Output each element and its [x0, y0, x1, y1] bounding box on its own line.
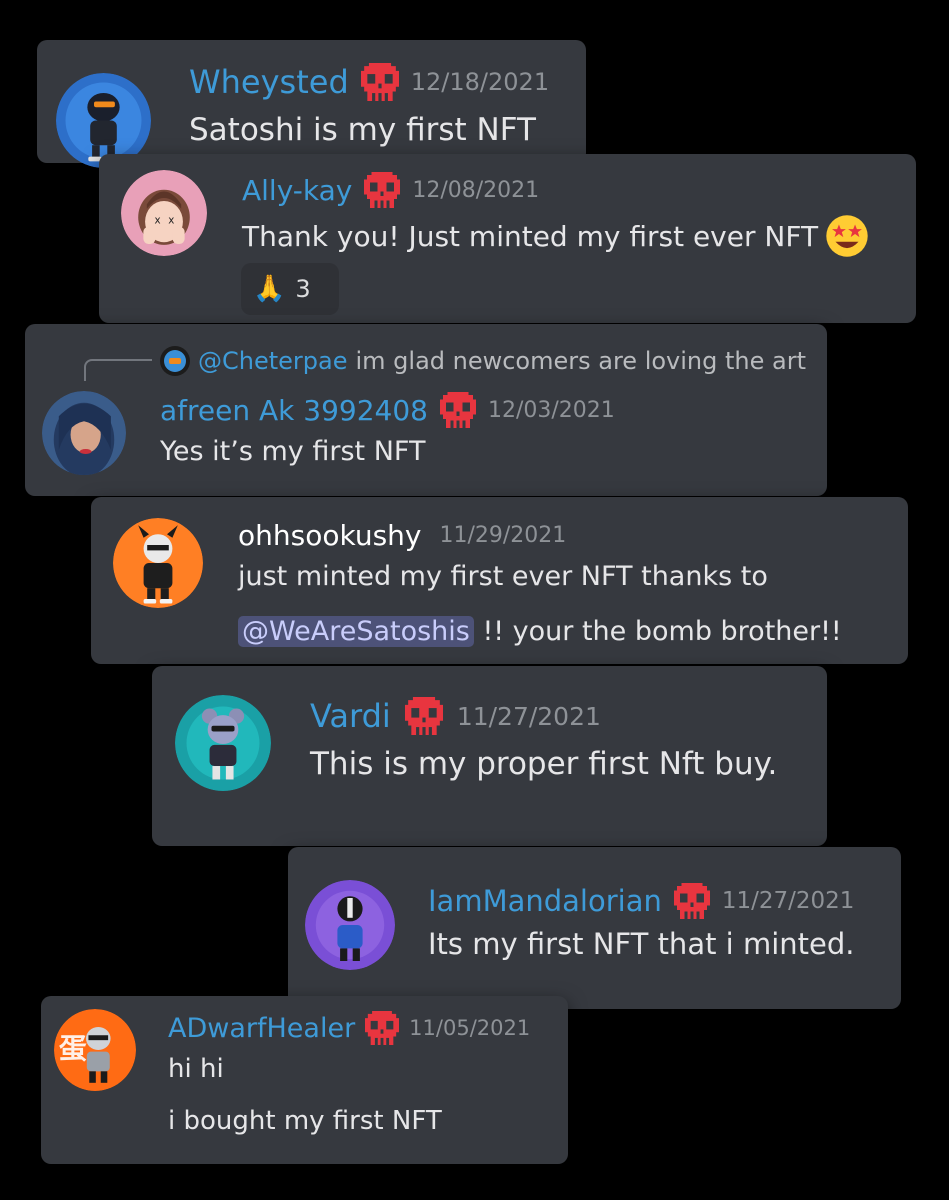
skull-role-icon	[439, 392, 476, 428]
skull-role-icon	[364, 172, 401, 208]
timestamp: 11/27/2021	[456, 701, 601, 731]
reply-preview-text[interactable]: im glad newcomers are loving the art	[355, 347, 806, 375]
message-card-ally-kay: x x Ally-kay 12/08/2021 Thank you! Just …	[99, 154, 916, 323]
avatar[interactable]	[175, 695, 271, 791]
message-text: Yes it’s my first NFT	[160, 436, 426, 467]
svg-text:x: x	[155, 214, 161, 226]
timestamp: 12/08/2021	[412, 177, 540, 203]
reaction-count: 3	[295, 275, 311, 303]
message-text: just minted my first ever NFT thanks to	[238, 561, 768, 592]
message-card-vardi: Vardi 11/27/2021 This is my proper first…	[152, 666, 827, 846]
svg-text:x: x	[168, 214, 174, 226]
svg-text:蛋: 蛋	[59, 1032, 87, 1065]
message-text: Satoshi is my first NFT	[189, 112, 536, 148]
avatar[interactable]	[305, 880, 395, 970]
timestamp: 11/29/2021	[439, 522, 567, 548]
message-card-ohhsookushy: ohhsookushy 11/29/2021 just minted my fi…	[91, 497, 908, 664]
skull-role-icon	[673, 883, 710, 919]
avatar-image-icon	[42, 391, 126, 475]
avatar[interactable]	[42, 391, 126, 475]
timestamp: 11/27/2021	[721, 888, 855, 914]
reply-connector	[84, 359, 152, 381]
message-text-second: i bought my first NFT	[168, 1106, 442, 1136]
avatar-image-icon: 蛋	[54, 1009, 136, 1091]
message-text: Thank you! Just minted my first ever NFT	[242, 219, 819, 253]
message-text-continued: !! your the bomb brother!!	[473, 615, 842, 647]
message-text: hi hi	[168, 1054, 224, 1084]
reply-avatar-icon	[160, 346, 190, 376]
avatar[interactable]	[113, 518, 203, 608]
star-struck-emoji-icon	[826, 215, 868, 257]
message-card-wheysted: Wheysted 12/18/2021 Satoshi is my first …	[37, 40, 586, 168]
avatar-image-icon	[113, 518, 203, 608]
message-card-iammandalorian: IamMandalorian 11/27/2021 Its my first N…	[288, 847, 901, 1009]
avatar-image-icon	[175, 695, 271, 791]
skull-role-icon	[404, 697, 443, 735]
reply-author-link[interactable]: @Cheterpae	[198, 347, 347, 375]
timestamp: 12/18/2021	[410, 68, 550, 96]
message-card-adwarfhealer: 蛋 ADwarfHealer 11/05/2021 hi hi i bought…	[41, 996, 568, 1164]
username[interactable]: ohhsookushy	[238, 519, 421, 552]
message-text: This is my proper first Nft buy.	[310, 746, 778, 782]
avatar-image-icon: x x	[121, 170, 207, 256]
user-mention-link[interactable]: @WeAreSatoshis	[238, 615, 474, 647]
timestamp: 12/03/2021	[487, 397, 615, 423]
avatar[interactable]: x x	[121, 170, 207, 256]
avatar[interactable]: 蛋	[54, 1009, 136, 1091]
skull-role-icon	[365, 1011, 400, 1045]
pray-emoji-icon: 🙏	[253, 274, 286, 304]
username[interactable]: Wheysted	[189, 63, 349, 101]
username[interactable]: Ally-kay	[242, 174, 352, 207]
timestamp: 11/05/2021	[409, 1016, 531, 1040]
reaction-pill[interactable]: 🙏 3	[241, 263, 339, 315]
username[interactable]: Vardi	[310, 697, 391, 735]
message-text: Its my first NFT that i minted.	[428, 927, 855, 961]
skull-role-icon	[360, 63, 399, 101]
message-card-afreen: @Cheterpae im glad newcomers are loving …	[25, 324, 827, 496]
username[interactable]: afreen Ak 3992408	[160, 394, 428, 427]
username[interactable]: ADwarfHealer	[168, 1013, 355, 1044]
avatar-image-icon	[305, 880, 395, 970]
username[interactable]: IamMandalorian	[428, 884, 662, 918]
